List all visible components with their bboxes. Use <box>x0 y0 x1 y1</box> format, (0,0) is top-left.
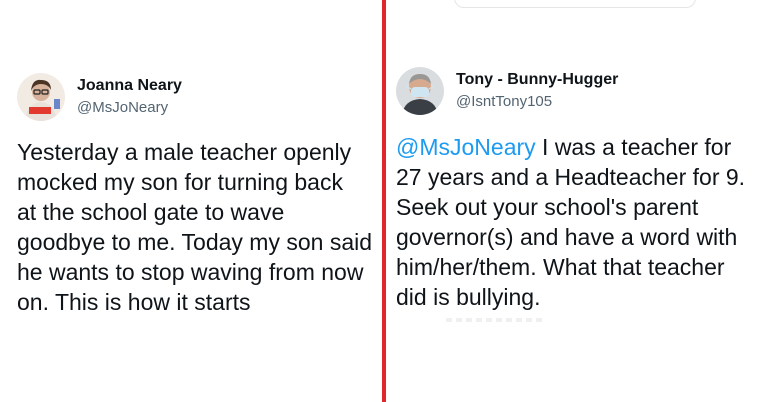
right-tweet-panel: Tony - Bunny-Hugger @IsntTony105 @MsJoNe… <box>386 0 768 402</box>
display-name[interactable]: Joanna Neary <box>77 76 182 96</box>
mention-link[interactable]: @MsJoNeary <box>396 134 536 160</box>
left-tweet-panel: Joanna Neary @MsJoNeary Yesterday a male… <box>0 0 382 402</box>
avatar[interactable] <box>396 67 444 115</box>
avatar[interactable] <box>17 73 65 121</box>
tweet-header: Joanna Neary @MsJoNeary <box>17 73 182 121</box>
avatar-image <box>396 67 444 115</box>
tweet-text: @MsJoNeary I was a teacher for 27 years … <box>396 132 762 312</box>
tweet-header: Tony - Bunny-Hugger @IsntTony105 <box>396 67 618 115</box>
user-handle[interactable]: @MsJoNeary <box>77 98 182 118</box>
tweet-body: I was a teacher for 27 years and a Headt… <box>396 134 746 310</box>
user-handle[interactable]: @IsntTony105 <box>456 92 618 112</box>
top-card-edge <box>454 0 696 8</box>
faded-line <box>446 318 546 322</box>
display-name[interactable]: Tony - Bunny-Hugger <box>456 70 618 90</box>
tweet-text: Yesterday a male teacher openly mocked m… <box>17 139 373 315</box>
avatar-image <box>17 73 65 121</box>
